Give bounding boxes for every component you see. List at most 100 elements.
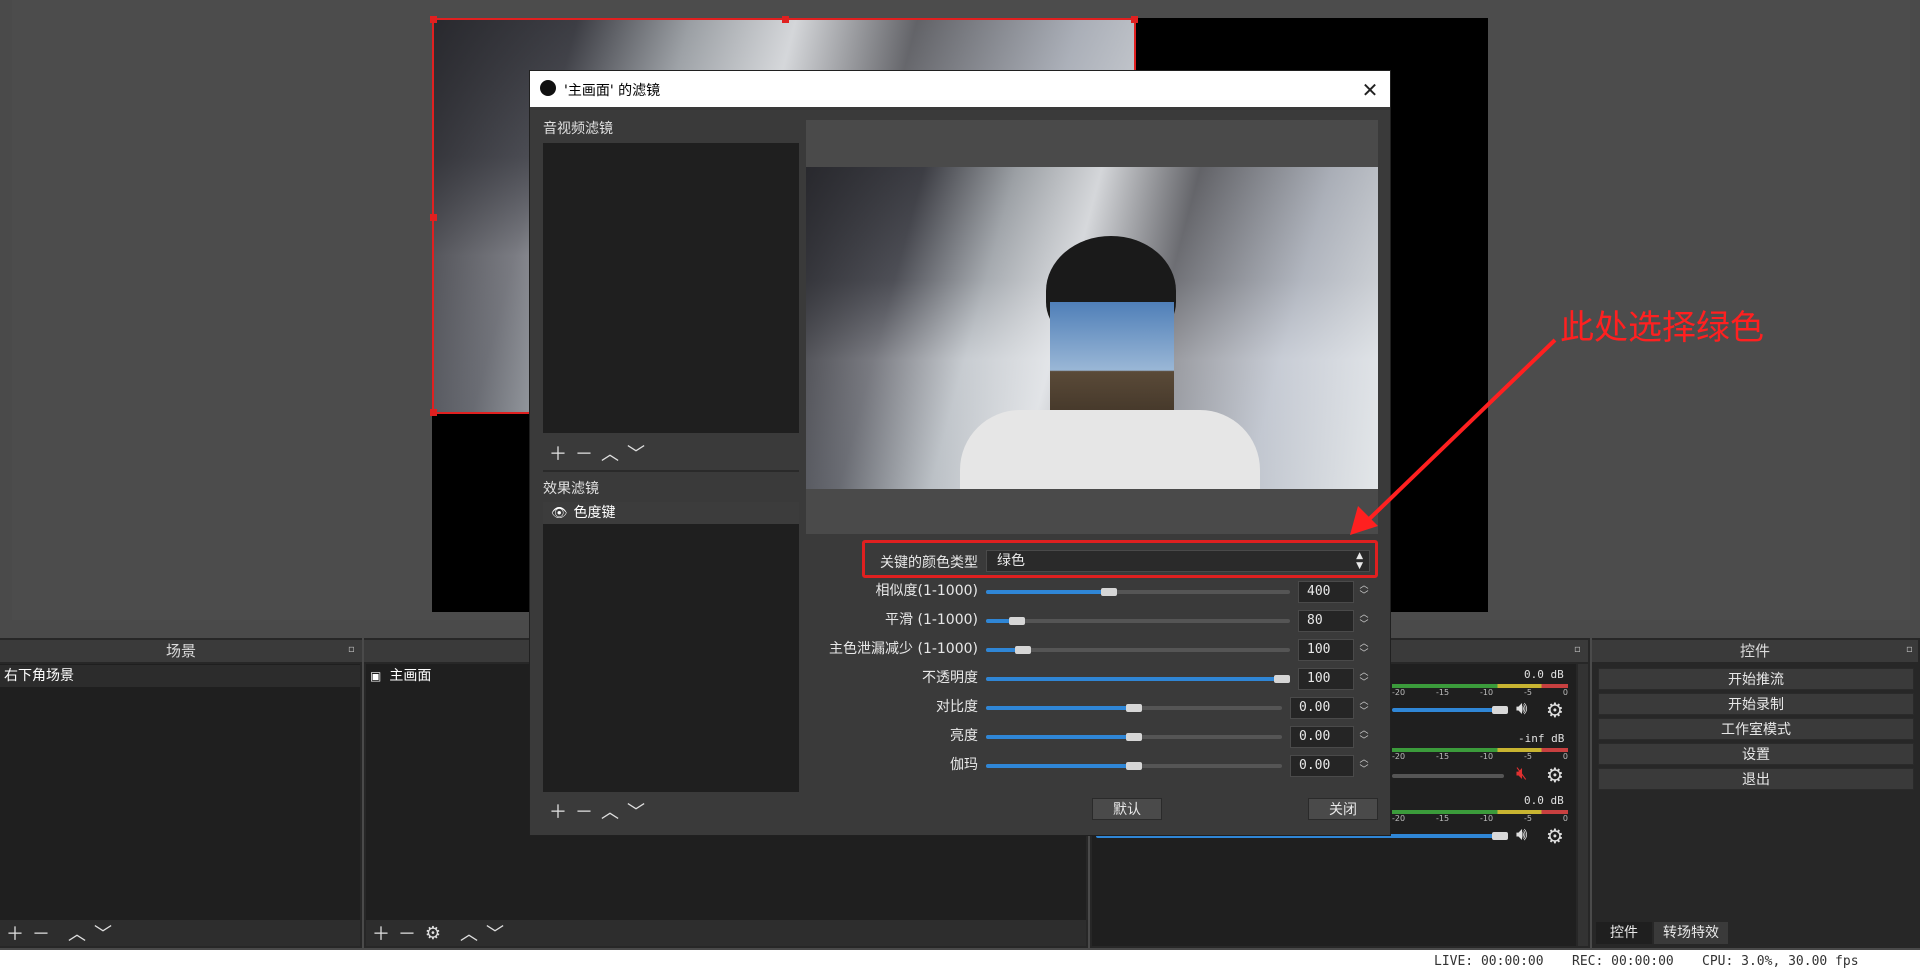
spin-arrows-icon[interactable]: ︿ ﹀	[1356, 668, 1372, 690]
scenes-list[interactable]	[0, 664, 360, 920]
sources-toolbar: ＋ － ⚙ ︿ ﹀	[366, 920, 1086, 946]
effect-filter-item[interactable]: 👁︎ 色度键	[543, 502, 799, 524]
resize-handle[interactable]	[782, 16, 789, 23]
annotation-highlight-box	[862, 540, 1378, 578]
speaker-icon[interactable]: 🔊︎	[1516, 824, 1527, 845]
overlay-image	[1050, 302, 1174, 426]
dock-float-icon[interactable]: ▫	[348, 644, 355, 655]
add-icon[interactable]: ＋	[549, 802, 567, 823]
resize-handle[interactable]	[430, 409, 437, 416]
setting-slider-fill	[986, 677, 1290, 681]
default-button[interactable]: 默认	[1092, 798, 1162, 820]
setting-value-input[interactable]: 0.00	[1290, 697, 1354, 719]
move-down-icon[interactable]: ﹀	[627, 444, 645, 465]
gear-icon[interactable]: ⚙	[1546, 763, 1564, 787]
start-recording-button[interactable]: 开始录制	[1598, 693, 1914, 715]
move-down-icon[interactable]: ﹀	[94, 924, 112, 945]
resize-handle[interactable]	[430, 16, 437, 23]
meter-ticks: -20 -15 -10 -5 0	[1392, 814, 1568, 823]
spin-arrows-icon[interactable]: ︿ ﹀	[1356, 610, 1372, 632]
volume-slider[interactable]	[1392, 708, 1504, 712]
setting-label: 亮度	[950, 728, 978, 744]
arrow-head	[1350, 506, 1378, 535]
camera-icon: ▣	[370, 669, 382, 683]
setting-slider-fill	[986, 764, 1134, 768]
setting-slider-fill	[986, 735, 1134, 739]
spin-arrows-icon[interactable]: ︿ ﹀	[1356, 755, 1372, 777]
setting-label: 不透明度	[922, 670, 978, 686]
resize-handle[interactable]	[430, 214, 437, 221]
gear-icon[interactable]: ⚙	[1546, 698, 1564, 722]
spin-arrows-icon[interactable]: ︿ ﹀	[1356, 581, 1372, 603]
remove-icon[interactable]: －	[575, 444, 593, 465]
live-timer: LIVE: 00:00:00	[1434, 954, 1544, 969]
setting-slider-knob[interactable]	[1126, 733, 1142, 741]
channel-db-readout: 0.0 dB	[1524, 668, 1564, 681]
setting-value-input[interactable]: 0.00	[1290, 755, 1354, 777]
move-down-icon[interactable]: ﹀	[627, 802, 645, 823]
source-item-label: 主画面	[389, 668, 432, 684]
source-item[interactable]: ▣ 主画面	[366, 665, 530, 687]
setting-label: 伽玛	[950, 757, 978, 773]
scene-item[interactable]: 右下角场景	[0, 665, 360, 687]
gear-icon[interactable]: ⚙	[1546, 824, 1564, 848]
settings-button[interactable]: 设置	[1598, 743, 1914, 765]
eye-icon[interactable]: 👁︎	[551, 506, 568, 521]
speaker-icon[interactable]: 🔊︎	[1516, 698, 1527, 719]
setting-value-input[interactable]: 80	[1298, 610, 1354, 632]
move-up-icon[interactable]: ︿	[601, 444, 619, 465]
move-up-icon[interactable]: ︿	[68, 924, 86, 945]
setting-value-input[interactable]: 100	[1298, 639, 1354, 661]
setting-value-input[interactable]: 100	[1298, 668, 1354, 690]
add-icon[interactable]: ＋	[372, 924, 390, 945]
remove-icon[interactable]: －	[32, 924, 50, 945]
setting-slider-fill	[986, 706, 1134, 710]
tab-transitions[interactable]: 转场特效	[1654, 922, 1728, 944]
remove-icon[interactable]: －	[575, 802, 593, 823]
move-up-icon[interactable]: ︿	[460, 924, 478, 945]
setting-label: 主色泄漏减少 (1-1000)	[829, 641, 978, 657]
setting-slider-knob[interactable]	[1126, 762, 1142, 770]
add-icon[interactable]: ＋	[6, 924, 24, 945]
move-down-icon[interactable]: ﹀	[486, 924, 504, 945]
effect-filters-list[interactable]	[543, 502, 799, 792]
add-icon[interactable]: ＋	[549, 444, 567, 465]
av-filters-toolbar: ＋ － ︿ ﹀	[543, 440, 799, 466]
exit-button[interactable]: 退出	[1598, 768, 1914, 790]
muted-speaker-icon[interactable]: 🔇︎	[1516, 763, 1527, 784]
dock-float-icon[interactable]: ▫	[1906, 644, 1913, 655]
gear-icon[interactable]: ⚙	[424, 923, 442, 944]
studio-mode-button[interactable]: 工作室模式	[1598, 718, 1914, 740]
setting-value-input[interactable]: 0.00	[1290, 726, 1354, 748]
setting-value-input[interactable]: 400	[1298, 581, 1354, 603]
scenes-toolbar: ＋ － ︿ ﹀	[0, 920, 360, 946]
remove-icon[interactable]: －	[398, 924, 416, 945]
setting-slider-knob[interactable]	[1274, 675, 1290, 683]
setting-slider-knob[interactable]	[1015, 646, 1031, 654]
cpu-fps: CPU: 3.0%, 30.00 fps	[1702, 954, 1859, 969]
av-filters-list[interactable]	[543, 143, 799, 433]
move-up-icon[interactable]: ︿	[601, 802, 619, 823]
dock-float-icon[interactable]: ▫	[1574, 644, 1581, 655]
person-body	[960, 410, 1260, 489]
volume-slider[interactable]	[1392, 774, 1504, 778]
channel-db-readout: 0.0 dB	[1524, 794, 1564, 807]
mixer-scrollbar[interactable]	[1578, 664, 1588, 946]
close-button[interactable]: 关闭	[1308, 798, 1378, 820]
volume-slider-knob[interactable]	[1492, 706, 1508, 714]
obs-logo-icon	[540, 80, 556, 96]
spin-arrows-icon[interactable]: ︿ ﹀	[1356, 639, 1372, 661]
volume-slider-knob[interactable]	[1492, 832, 1508, 840]
tab-controls[interactable]: 控件	[1596, 922, 1652, 944]
resize-handle[interactable]	[1131, 16, 1138, 23]
spin-arrows-icon[interactable]: ︿ ﹀	[1356, 697, 1372, 719]
close-icon[interactable]: ✕	[1360, 78, 1380, 102]
setting-slider[interactable]	[986, 648, 1290, 652]
setting-slider-knob[interactable]	[1126, 704, 1142, 712]
start-streaming-button[interactable]: 开始推流	[1598, 668, 1914, 690]
setting-slider[interactable]	[986, 619, 1290, 623]
spin-arrows-icon[interactable]: ︿ ﹀	[1356, 726, 1372, 748]
setting-slider-knob[interactable]	[1009, 617, 1025, 625]
setting-slider-knob[interactable]	[1101, 588, 1117, 596]
annotation-text: 此处选择绿色	[1560, 308, 1764, 348]
